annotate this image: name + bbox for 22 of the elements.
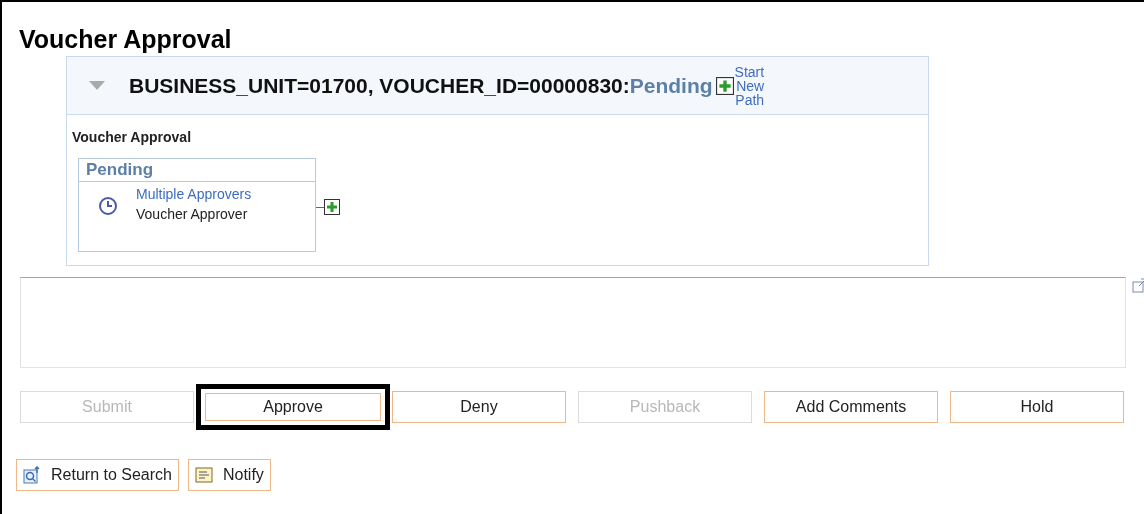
action-button[interactable]: Approve [196, 384, 390, 430]
section-title: Voucher Approval [72, 128, 193, 147]
add-icon[interactable] [324, 199, 340, 215]
stage-status: Pending [79, 159, 315, 182]
start-new-path-link[interactable]: Start New Path [734, 64, 765, 107]
note-icon [194, 467, 213, 483]
footer-button[interactable]: Notify [187, 459, 271, 491]
status-text: Pending [629, 72, 713, 99]
collapse-triangle-icon[interactable] [89, 80, 105, 91]
expand-icon[interactable] [1132, 277, 1144, 293]
add-icon[interactable] [715, 76, 734, 95]
voucher-header: BUSINESS_UNIT=01700, VOUCHER_ID=00000830: [129, 72, 630, 99]
comment-field[interactable] [20, 277, 1126, 368]
action-button[interactable]: Add Comments [764, 391, 938, 423]
approvers-link[interactable]: Multiple Approvers [136, 184, 252, 204]
action-button[interactable]: Deny [392, 391, 566, 423]
action-button[interactable]: Hold [950, 391, 1124, 423]
approver-role: Voucher Approver [136, 205, 249, 224]
search-icon [23, 466, 41, 484]
clock-icon [98, 196, 118, 216]
page-title: Voucher Approval [19, 24, 233, 54]
footer-button[interactable]: Return to Search [16, 459, 179, 491]
